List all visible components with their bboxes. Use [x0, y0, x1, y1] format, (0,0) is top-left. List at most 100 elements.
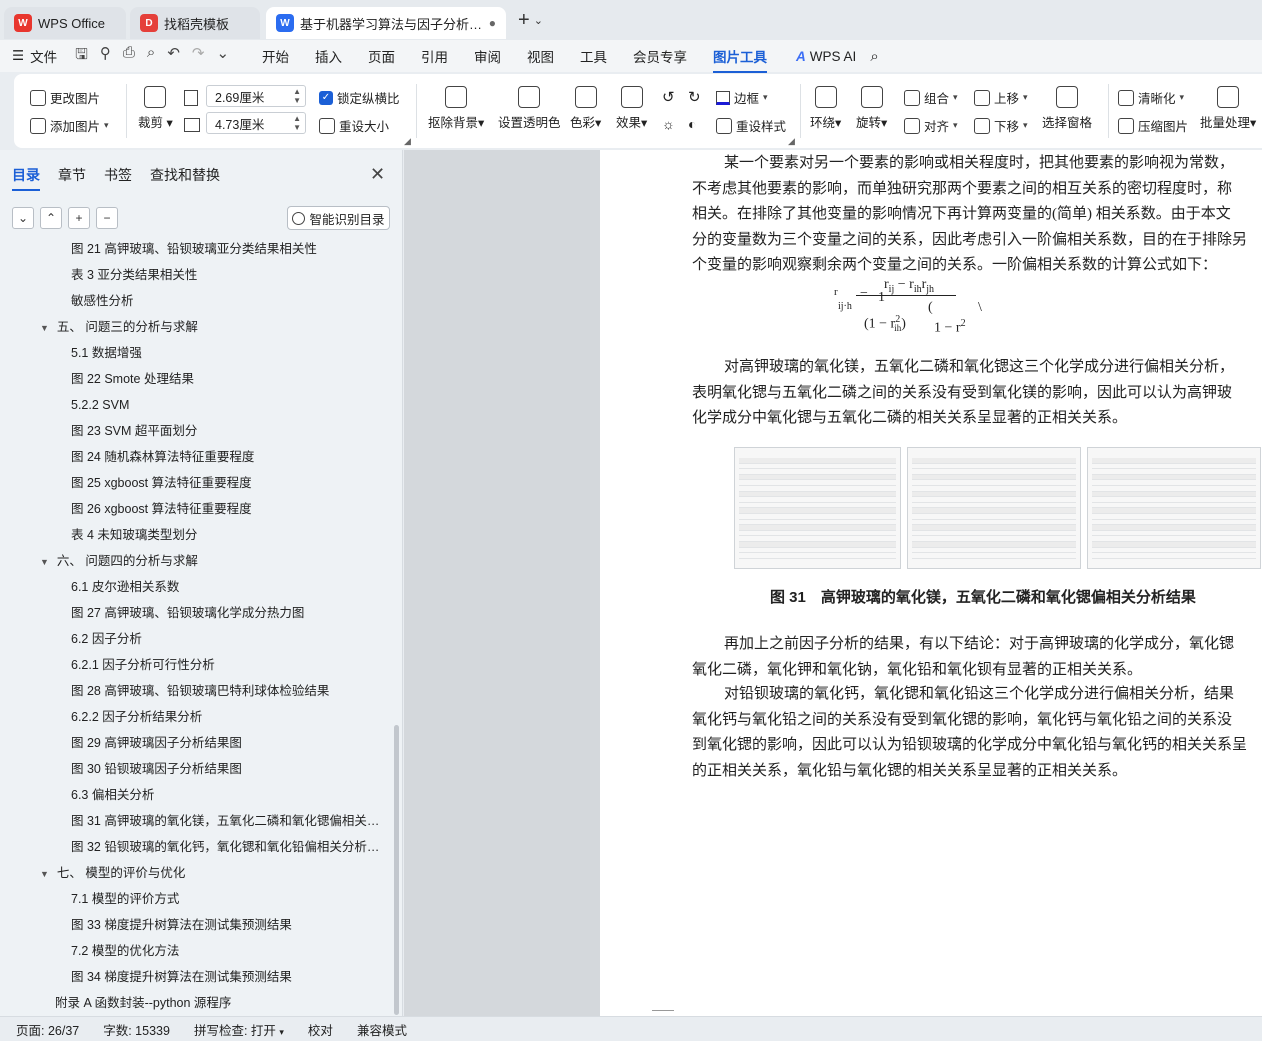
group-button[interactable]: 组合 ▾ [904, 88, 958, 107]
print-preview-icon[interactable]: ⌕ [147, 44, 155, 69]
menu-review[interactable]: 审阅 [474, 46, 501, 66]
toc-item[interactable]: 图 22 Smote 处理结果 [0, 366, 395, 392]
reset-style-button[interactable]: 重设样式 [716, 116, 786, 135]
height-spinner-icon[interactable]: ▲ ▼ [293, 87, 301, 105]
height-input[interactable]: 2.69厘米 ▲ ▼ [206, 85, 306, 107]
toc-item[interactable]: 6.1 皮尔逊相关系数 [0, 574, 395, 600]
tab-document[interactable]: W 基于机器学习算法与因子分析的… ● [266, 7, 506, 39]
toc-item[interactable]: 图 28 高钾玻璃、铅钡玻璃巴特利球体检验结果 [0, 678, 395, 704]
compress-button[interactable]: 压缩图片 [1118, 116, 1188, 135]
menu-start[interactable]: 开始 [262, 46, 289, 66]
close-icon[interactable]: ✕ [370, 164, 385, 185]
wrap-button[interactable]: 环绕▾ [810, 86, 841, 131]
figure-31-image[interactable] [734, 447, 1261, 569]
width-input[interactable]: 4.73厘米 ▲ ▼ [206, 112, 306, 134]
toc-item[interactable]: 5.2.2 SVM [0, 392, 395, 418]
toc-chapter-item[interactable]: ▼ 五、 问题三的分析与求解 [0, 314, 395, 340]
unsaved-dot-icon[interactable]: ● [489, 16, 496, 30]
toc-item[interactable]: 敏感性分析 [0, 288, 395, 314]
brightness-icon[interactable]: ☼ [662, 116, 675, 132]
toc-item[interactable]: 6.3 偏相关分析 [0, 782, 395, 808]
rotate-right-icon[interactable]: ↻ [688, 88, 701, 106]
toc-item[interactable]: 附录 A 函数封装--python 源程序 [0, 990, 395, 1016]
file-menu[interactable]: ☰ 文件 [12, 46, 57, 66]
menu-insert[interactable]: 插入 [315, 46, 342, 66]
new-tab-button[interactable]: + ⌄ [518, 9, 543, 32]
toc-item[interactable]: 图 31 高钾玻璃的氧化镁，五氧化二磷和氧化锶偏相关分析结果 [0, 808, 395, 834]
width-spinner-icon[interactable]: ▲ ▼ [293, 114, 301, 132]
smart-toc-button[interactable]: 智能识别目录 [287, 206, 390, 230]
collapse-down-icon[interactable]: ⌄ [12, 207, 34, 229]
toc-item[interactable]: 图 29 高钾玻璃因子分析结果图 [0, 730, 395, 756]
expand-triangle-icon[interactable]: ▼ [40, 323, 49, 333]
save-icon[interactable]: 🖫 [75, 44, 88, 69]
share-icon[interactable]: ⚲ [100, 44, 111, 69]
toc-item[interactable]: 6.2.1 因子分析可行性分析 [0, 652, 395, 678]
page-indicator[interactable]: 页面: 26/37 [16, 1020, 79, 1039]
menu-page[interactable]: 页面 [368, 46, 395, 66]
batch-button[interactable]: 批量处理▾ [1200, 86, 1256, 131]
remove-heading-icon[interactable]: − [96, 207, 118, 229]
selection-pane-button[interactable]: 选择窗格 [1042, 86, 1092, 131]
dialog-launcher-icon[interactable]: ◢ [404, 136, 411, 147]
color-button[interactable]: 色彩▾ [570, 86, 601, 131]
toc-chapter-item[interactable]: ▼ 七、 模型的评价与优化 [0, 860, 395, 886]
collapse-up-icon[interactable]: ⌃ [40, 207, 62, 229]
toc-item[interactable]: 7.1 模型的评价方式 [0, 886, 395, 912]
border-button[interactable]: 边框 ▾ [716, 88, 768, 107]
toc-item[interactable]: 图 23 SVM 超平面划分 [0, 418, 395, 444]
print-icon[interactable]: ⎙ [123, 44, 135, 69]
toc-item[interactable]: 图 32 铅钡玻璃的氧化钙，氧化锶和氧化铅偏相关分析结果 [0, 834, 395, 860]
toc-item[interactable]: 图 30 铅钡玻璃因子分析结果图 [0, 756, 395, 782]
toc-item[interactable]: 图 25 xgboost 算法特征重要程度 [0, 470, 395, 496]
add-heading-icon[interactable]: + [68, 207, 90, 229]
reset-size-button[interactable]: 重设大小 [319, 116, 389, 135]
expand-triangle-icon[interactable]: ▼ [40, 557, 49, 567]
toc-item[interactable]: 表 4 未知玻璃类型划分 [0, 522, 395, 548]
search-icon[interactable]: ⌕ [870, 48, 878, 65]
toc-item[interactable]: 5.1 数据增强 [0, 340, 395, 366]
undo-icon[interactable]: ↶ [167, 44, 180, 69]
menu-reference[interactable]: 引用 [421, 46, 448, 66]
nav-tab-find-replace[interactable]: 查找和替换 [150, 165, 220, 185]
word-count[interactable]: 字数: 15339 [103, 1020, 170, 1039]
menu-picture-tools[interactable]: 图片工具 [713, 46, 768, 73]
toc-item[interactable]: 7.2 模型的优化方法 [0, 938, 395, 964]
toc-item[interactable]: 图 24 随机森林算法特征重要程度 [0, 444, 395, 470]
proofread-button[interactable]: 校对 [308, 1020, 333, 1039]
add-image-button[interactable]: 添加图片 ▾ [30, 116, 109, 135]
toc-item[interactable]: 图 34 梯度提升树算法在测试集预测结果 [0, 964, 395, 990]
menu-member[interactable]: 会员专享 [633, 46, 687, 66]
toc-item[interactable]: 图 26 xgboost 算法特征重要程度 [0, 496, 395, 522]
remove-bg-button[interactable]: 抠除背景▾ [428, 86, 484, 131]
bring-up-button[interactable]: 上移 ▾ [974, 88, 1028, 107]
effects-button[interactable]: 效果▾ [616, 86, 647, 131]
nav-tab-sections[interactable]: 章节 [58, 165, 86, 185]
contrast-icon[interactable]: ◐ [688, 116, 696, 132]
tab-template[interactable]: D 找稻壳模板 [130, 7, 260, 39]
crop-button[interactable]: 裁剪 ▾ [138, 86, 173, 131]
nav-tab-bookmarks[interactable]: 书签 [104, 165, 132, 185]
change-image-button[interactable]: 更改图片 [30, 88, 100, 107]
tab-wps-office[interactable]: W WPS Office [4, 7, 126, 39]
spell-check-toggle[interactable]: 拼写检查: 打开 ▾ [194, 1020, 284, 1039]
toc-item[interactable]: 6.2 因子分析 [0, 626, 395, 652]
dialog-launcher-icon[interactable]: ◢ [788, 136, 795, 147]
expand-triangle-icon[interactable]: ▼ [40, 869, 49, 879]
rotate-left-icon[interactable]: ↺ [662, 88, 675, 106]
toc-item[interactable]: 图 33 梯度提升树算法在测试集预测结果 [0, 912, 395, 938]
menu-tools[interactable]: 工具 [580, 46, 607, 66]
toc-item[interactable]: 6.2.2 因子分析结果分析 [0, 704, 395, 730]
toc-item[interactable]: 表 3 亚分类结果相关性 [0, 262, 395, 288]
wps-ai-button[interactable]: A WPS AI [796, 49, 856, 64]
more-chevron-icon[interactable]: ⌄ [216, 44, 229, 69]
toc-chapter-item[interactable]: ▼ 六、 问题四的分析与求解 [0, 548, 395, 574]
toc-item[interactable]: 图 27 高钾玻璃、铅钡玻璃化学成分热力图 [0, 600, 395, 626]
toc-item[interactable]: 图 21 高钾玻璃、铅钡玻璃亚分类结果相关性 [0, 238, 395, 262]
set-transparent-button[interactable]: 设置透明色 [498, 86, 561, 131]
nav-tab-toc[interactable]: 目录 [12, 165, 40, 191]
redo-icon[interactable]: ↷ [192, 44, 205, 69]
lock-ratio-checkbox[interactable]: ✓ 锁定纵横比 [319, 88, 400, 107]
align-button[interactable]: 对齐 ▾ [904, 116, 958, 135]
rotate-button[interactable]: 旋转▾ [856, 86, 887, 131]
